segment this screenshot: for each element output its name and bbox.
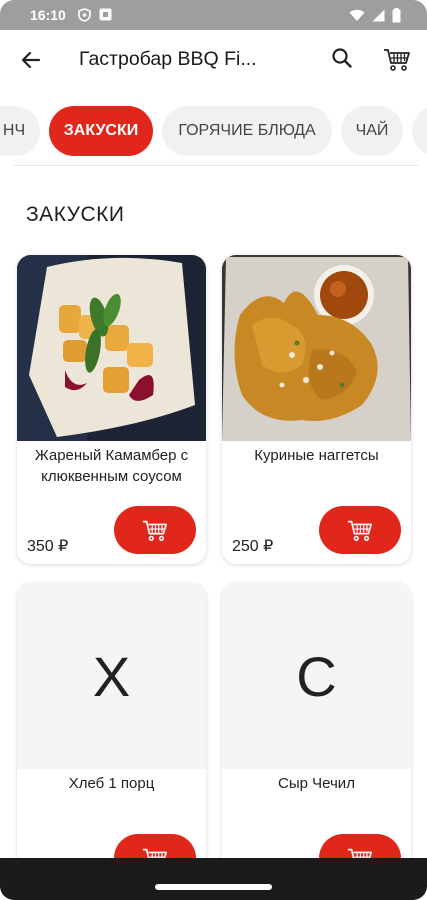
signal-icon	[372, 9, 385, 22]
product-price: 350 ₽	[27, 538, 69, 555]
wifi-icon	[349, 9, 365, 21]
add-to-cart-icon	[347, 520, 372, 541]
add-to-cart-button[interactable]	[319, 506, 401, 554]
page-title: Гастробар BBQ Fi...	[79, 48, 257, 70]
search-icon	[332, 48, 352, 68]
tabs-divider	[14, 165, 418, 166]
add-to-cart-icon	[142, 520, 167, 541]
status-bar: 16:10	[0, 0, 427, 30]
home-gesture-handle[interactable]	[155, 884, 272, 890]
product-card[interactable]: Жареный Камамбер с клюквенным соусом 350…	[17, 255, 206, 564]
status-time: 16:10	[30, 7, 66, 23]
product-card[interactable]: Х Хлеб 1 порц	[17, 583, 206, 892]
back-button[interactable]	[18, 47, 44, 73]
product-image-placeholder: Х	[17, 583, 206, 769]
cart-button[interactable]	[382, 44, 412, 74]
add-to-cart-button[interactable]	[114, 506, 196, 554]
product-card[interactable]: С Сыр Чечил	[222, 583, 411, 892]
tab-label: ЗАКУСКИ	[63, 122, 139, 139]
status-right-icons	[349, 8, 401, 23]
camembert-photo	[17, 255, 206, 441]
section-title: ЗАКУСКИ	[26, 203, 125, 226]
product-name: Куриные наггетсы	[254, 447, 379, 464]
system-nav-bar	[0, 858, 427, 900]
nuggets-photo	[222, 255, 411, 441]
product-name: Сыр Чечил	[278, 775, 355, 792]
tab-label: ЧАЙ	[355, 122, 389, 139]
cart-icon	[384, 49, 410, 71]
status-left-icons	[78, 8, 112, 22]
product-name: Жареный Камамбер с клюквенным соусом	[34, 447, 189, 485]
notification-icon	[99, 8, 112, 21]
tab-label: НЧ	[2, 122, 26, 139]
tab-label: ГОРЯЧИЕ БЛЮДА	[178, 122, 316, 139]
product-name: Хлеб 1 порц	[68, 775, 155, 792]
search-button[interactable]	[329, 45, 355, 71]
vpn-shield-icon	[78, 8, 91, 22]
product-price: 250 ₽	[232, 538, 274, 555]
battery-icon	[392, 8, 401, 23]
product-image-placeholder: С	[222, 583, 411, 769]
product-card[interactable]: Куриные наггетсы 250 ₽	[222, 255, 411, 564]
tab-chai[interactable]: ЧАЙ	[341, 106, 403, 156]
category-tabs: НЧ ЗАКУСКИ ГОРЯЧИЕ БЛЮДА ЧАЙ	[0, 106, 427, 158]
tab-goryachie-blyuda[interactable]: ГОРЯЧИЕ БЛЮДА	[162, 106, 332, 156]
tab-partial-left[interactable]: НЧ	[0, 106, 40, 156]
app-bar: Гастробар BBQ Fi...	[0, 30, 427, 88]
arrow-left-icon	[21, 51, 41, 69]
tab-zakuski[interactable]: ЗАКУСКИ	[49, 106, 153, 156]
tab-partial-right[interactable]	[412, 106, 427, 156]
